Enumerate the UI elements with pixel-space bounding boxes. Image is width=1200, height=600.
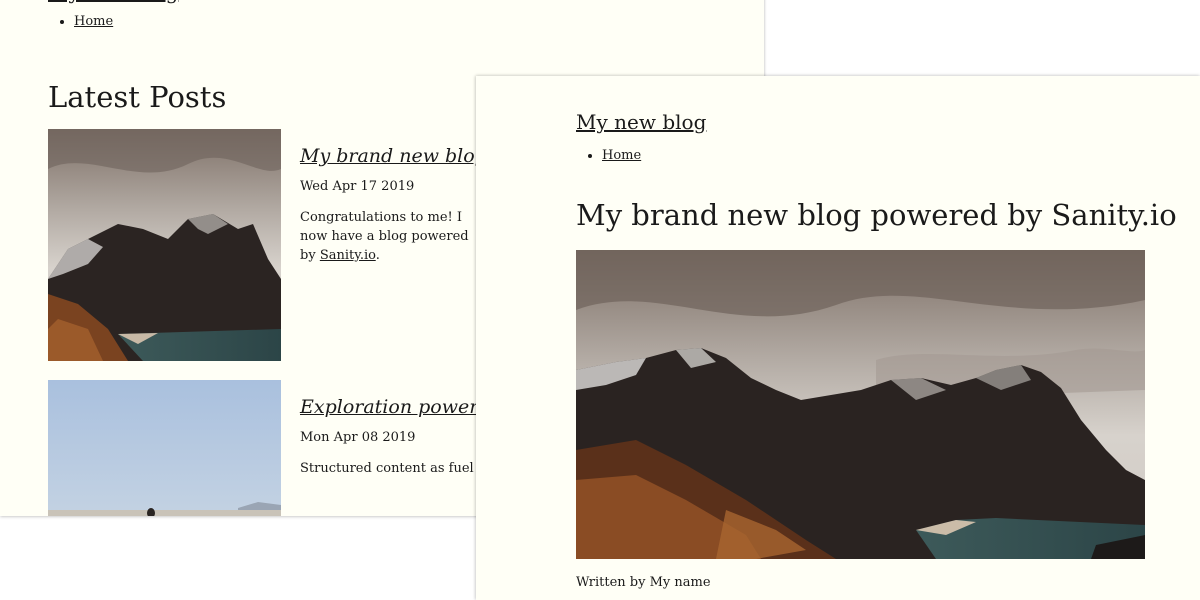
post-thumbnail-sky[interactable] [48,380,281,516]
site-title-link[interactable]: My new blog [576,110,706,134]
mountain-landscape-image [48,129,281,361]
nav-item: Home [602,148,876,163]
sky-beach-image [48,380,281,516]
main-nav: Home [576,138,876,163]
article-hero-image [576,250,1145,559]
blog-post-window: My new blog Home My brand new blog power… [476,76,1200,600]
excerpt-sanity-link[interactable]: Sanity.io [320,248,376,263]
screenshot-stage: My new blog Home Latest Posts [0,0,1200,600]
excerpt-end: . [375,248,380,263]
post-excerpt: Congratulations to me! I now have a blog… [300,208,475,265]
article-byline: Written by My name [576,575,711,590]
main-nav: Home [48,4,348,29]
nav-item: Home [74,14,348,29]
nav-home-link[interactable]: Home [74,14,113,29]
post-thumbnail-mountain[interactable] [48,129,281,361]
mountain-landscape-image [576,250,1145,559]
article-title: My brand new blog powered by Sanity.io [576,198,1177,232]
nav-home-link[interactable]: Home [602,148,641,163]
latest-posts-heading: Latest Posts [48,80,227,114]
